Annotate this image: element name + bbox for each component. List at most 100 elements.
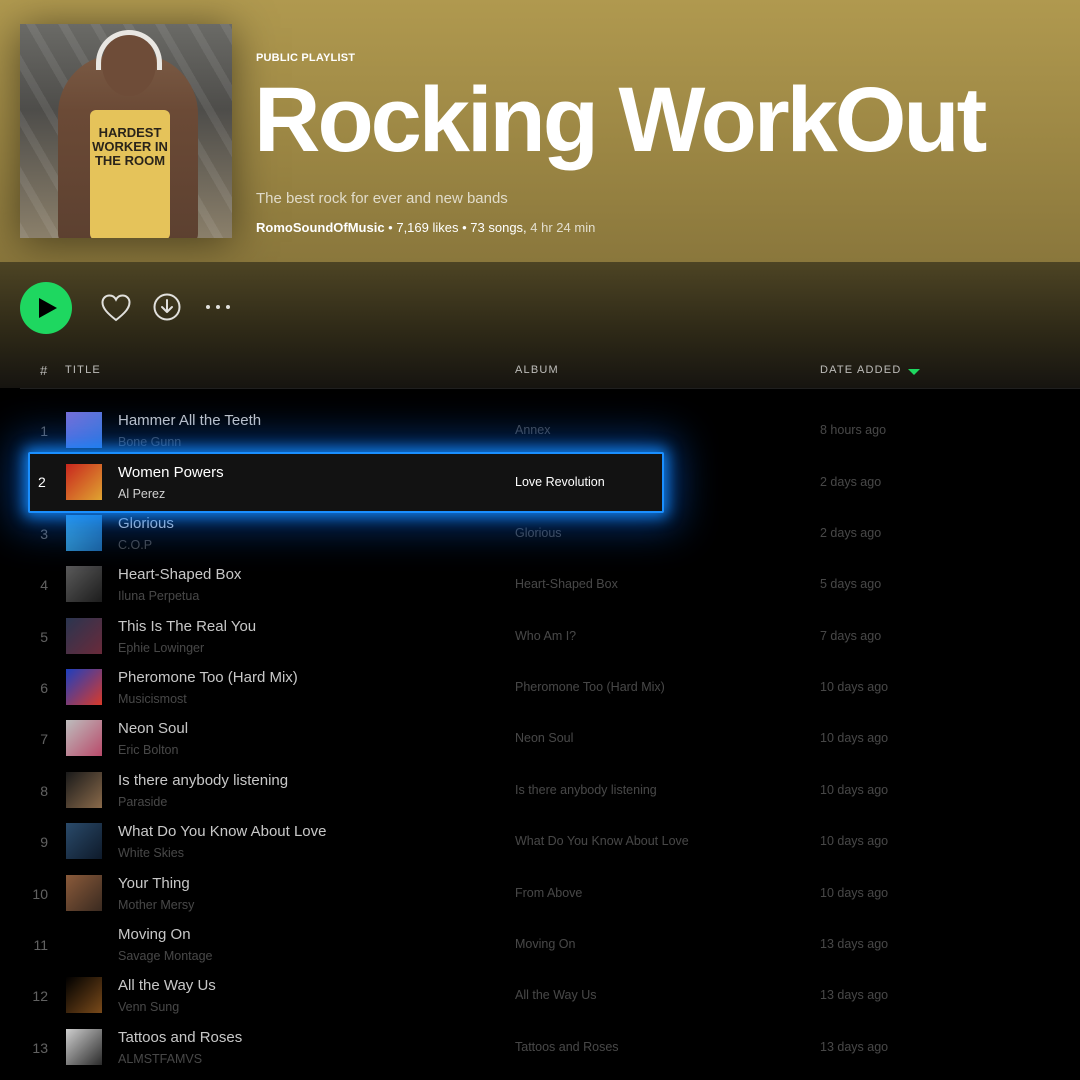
- track-row[interactable]: 10 Your Thing Mother Mersy From Above 10 day…: [0, 868, 1080, 919]
- more-options-button[interactable]: [204, 296, 232, 318]
- track-title[interactable]: What Do You Know About Love: [118, 823, 326, 840]
- track-row[interactable]: 7 Neon Soul Eric Bolton Neon Soul 10 days ag…: [0, 713, 1080, 764]
- play-button[interactable]: [20, 282, 72, 334]
- track-row[interactable]: 13 Tattoos and Roses ALMSTFAMVS Tattoos and…: [0, 1022, 1080, 1073]
- track-artist[interactable]: Ephie Lowinger: [118, 641, 204, 655]
- track-artist[interactable]: C.O.P: [118, 538, 152, 552]
- track-title[interactable]: Your Thing: [118, 875, 190, 892]
- track-album-art: [66, 412, 102, 448]
- track-date-added: 10 days ago: [820, 834, 889, 849]
- track-row[interactable]: 9 What Do You Know About Love White Skies W…: [0, 816, 1080, 867]
- track-album[interactable]: Pheromone Too (Hard Mix): [515, 680, 665, 694]
- track-number: 11: [33, 936, 48, 953]
- track-album[interactable]: What Do You Know About Love: [515, 834, 689, 848]
- track-row[interactable]: 3 Glorious C.O.P Glorious 2 days ago: [0, 508, 1080, 559]
- track-date-added: 13 days ago: [820, 988, 889, 1003]
- track-artist[interactable]: Bone Gunn: [118, 435, 181, 449]
- track-date-added: 13 days ago: [820, 936, 889, 951]
- column-header-date-added[interactable]: DATE ADDED: [820, 364, 901, 376]
- track-artist[interactable]: Eric Bolton: [118, 743, 178, 757]
- track-album[interactable]: Love Revolution: [515, 475, 605, 489]
- track-number: 4: [40, 577, 48, 594]
- track-album[interactable]: Heart-Shaped Box: [515, 577, 618, 591]
- track-album[interactable]: Is there anybody listening: [515, 783, 657, 797]
- download-button[interactable]: [152, 292, 182, 322]
- playlist-cover-image[interactable]: HARDEST WORKER IN THE ROOM: [20, 24, 232, 238]
- track-title[interactable]: Tattoos and Roses: [118, 1029, 242, 1046]
- track-title[interactable]: This Is The Real You: [118, 618, 256, 635]
- track-number: 6: [40, 679, 48, 696]
- playlist-song-count: 73 songs,: [470, 220, 527, 235]
- track-row[interactable]: 4 Heart-Shaped Box Iluna Perpetua Heart-Sha…: [0, 559, 1080, 610]
- track-title[interactable]: Hammer All the Teeth: [118, 412, 261, 429]
- track-title[interactable]: Is there anybody listening: [118, 772, 288, 789]
- track-album[interactable]: Who Am I?: [515, 629, 576, 643]
- track-album[interactable]: Neon Soul: [515, 731, 573, 745]
- track-album-art: [66, 566, 102, 603]
- playlist-likes: 7,169 likes: [396, 220, 459, 235]
- track-album-art: [66, 720, 102, 757]
- track-title[interactable]: Heart-Shaped Box: [118, 566, 241, 583]
- playlist-duration: 4 hr 24 min: [530, 220, 596, 235]
- track-title[interactable]: Women Powers: [118, 464, 224, 481]
- track-album-art: [66, 464, 102, 500]
- like-button[interactable]: [100, 292, 132, 324]
- track-album[interactable]: Annex: [515, 423, 550, 437]
- track-date-added: 8 hours ago: [820, 423, 887, 437]
- track-number: 7: [40, 731, 48, 748]
- column-header-number: #: [40, 363, 49, 378]
- track-number: 2: [38, 474, 46, 490]
- track-artist[interactable]: Savage Montage: [118, 949, 213, 963]
- play-icon: [38, 298, 57, 318]
- track-album-art: [66, 771, 102, 808]
- track-number: 13: [32, 1039, 48, 1056]
- track-album-art: [66, 617, 102, 654]
- track-album-art: [66, 977, 102, 1014]
- track-number: 8: [40, 782, 48, 799]
- track-row[interactable]: 5 This Is The Real You Ephie Lowinger Who A…: [0, 611, 1080, 662]
- track-album[interactable]: Glorious: [515, 526, 562, 540]
- playlist-description: The best rock for ever and new bands: [256, 190, 508, 207]
- track-date-added: 10 days ago: [820, 679, 889, 694]
- track-artist[interactable]: Paraside: [118, 795, 167, 809]
- track-title[interactable]: Moving On: [118, 926, 191, 943]
- playlist-owner-link[interactable]: RomoSoundOfMusic: [256, 220, 385, 235]
- track-artist[interactable]: Iluna Perpetua: [118, 589, 199, 603]
- track-artist[interactable]: Al Perez: [118, 487, 165, 501]
- track-row[interactable]: 12 All the Way Us Venn Sung All the Way Us 1…: [0, 970, 1080, 1021]
- track-title[interactable]: Neon Soul: [118, 720, 188, 737]
- track-date-added: 10 days ago: [820, 885, 889, 900]
- track-row[interactable]: 6 Pheromone Too (Hard Mix) Musicismost Pher…: [0, 662, 1080, 713]
- track-album-art: [66, 823, 102, 860]
- track-number: 12: [32, 988, 48, 1005]
- track-album[interactable]: Tattoos and Roses: [515, 1040, 619, 1054]
- track-album[interactable]: From Above: [515, 886, 582, 900]
- heart-icon: [101, 294, 131, 322]
- track-album[interactable]: All the Way Us: [515, 988, 597, 1002]
- track-artist[interactable]: Musicismost: [118, 692, 187, 706]
- track-artist[interactable]: Mother Mersy: [118, 898, 194, 912]
- track-row[interactable]: 11 Moving On Savage Montage Moving On 13 day…: [0, 919, 1080, 970]
- track-date-added: 5 days ago: [820, 577, 882, 592]
- playlist-meta: RomoSoundOfMusic • 7,169 likes • 73 song…: [256, 220, 595, 235]
- track-album-art: [66, 874, 102, 911]
- column-header-title[interactable]: TITLE: [65, 364, 101, 376]
- track-number: 5: [40, 628, 48, 645]
- track-artist[interactable]: Venn Sung: [118, 1000, 179, 1014]
- column-header-album[interactable]: ALBUM: [515, 364, 559, 376]
- track-date-added: 2 days ago: [820, 475, 882, 489]
- playlist-title: Rocking WorkOut: [254, 69, 987, 171]
- track-row-selected[interactable]: 2 Women Powers Al Perez Love Revolution: [28, 452, 664, 513]
- track-row[interactable]: 1 Hammer All the Teeth Bone Gunn Annex 8 hou…: [0, 405, 1080, 456]
- track-artist[interactable]: ALMSTFAMVS: [118, 1052, 202, 1066]
- track-number: 9: [40, 834, 48, 851]
- track-row[interactable]: 8 Is there anybody listening Paraside Is th…: [0, 765, 1080, 816]
- cover-shirt-text: HARDEST WORKER IN THE ROOM: [92, 125, 168, 168]
- track-title[interactable]: All the Way Us: [118, 977, 216, 994]
- track-artist[interactable]: White Skies: [118, 846, 184, 860]
- track-date-added: 10 days ago: [820, 782, 889, 797]
- track-title[interactable]: Pheromone Too (Hard Mix): [118, 669, 298, 686]
- track-album[interactable]: Moving On: [515, 937, 575, 951]
- sort-descending-icon: [908, 369, 920, 375]
- track-title[interactable]: Glorious: [118, 515, 174, 532]
